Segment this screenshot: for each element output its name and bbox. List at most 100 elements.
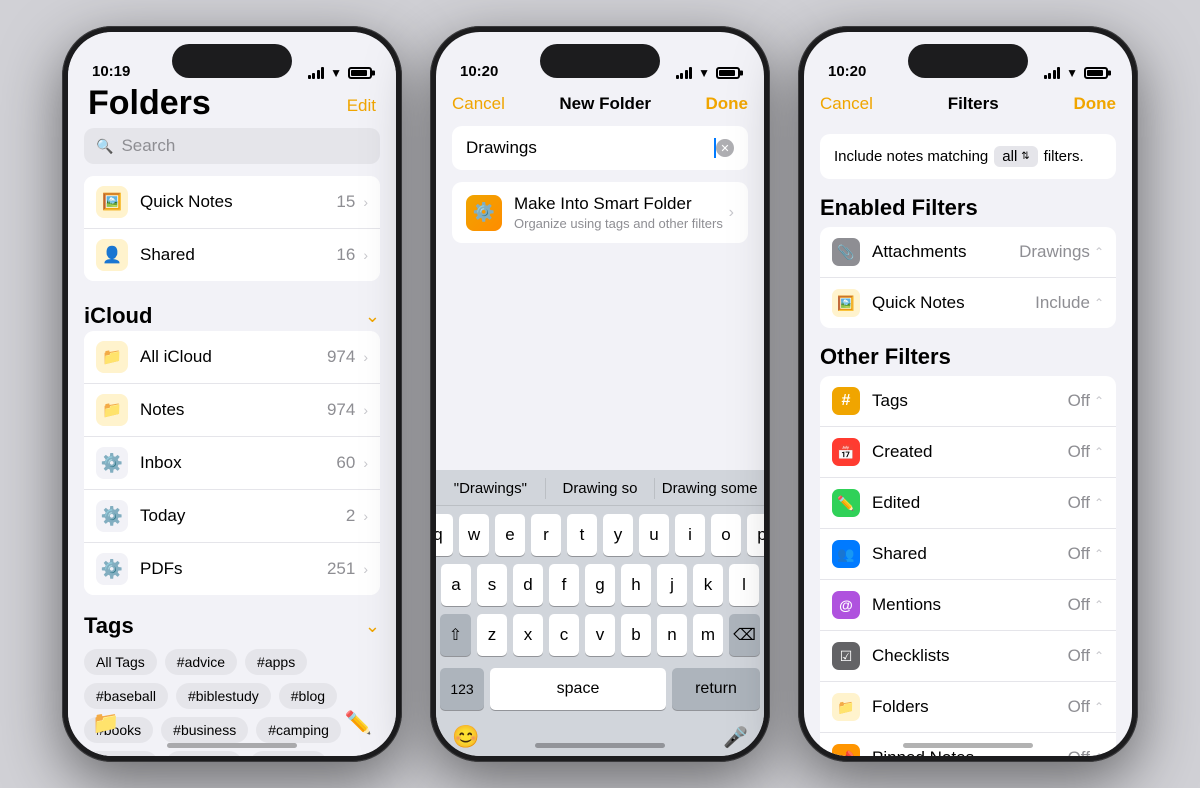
tags-filter-icon: #	[832, 387, 860, 415]
pinned-list: 🖼️ Quick Notes 15 › 👤 Shared 16 ›	[84, 176, 380, 281]
enabled-filters-list: 📎 Attachments Drawings ⌃ 🖼️ Quick Notes …	[820, 227, 1116, 328]
battery-icon-1	[348, 67, 372, 79]
filter-tags[interactable]: # Tags Off ⌃	[820, 376, 1116, 427]
tag-advice[interactable]: #advice	[165, 649, 237, 675]
checklists-filter-icon: ☑	[832, 642, 860, 670]
key-u[interactable]: u	[639, 514, 669, 556]
edit-button[interactable]: Edit	[347, 96, 376, 120]
key-b[interactable]: b	[621, 614, 651, 656]
quick-notes-label: Quick Notes	[140, 192, 336, 212]
tag-church[interactable]: #church	[84, 751, 158, 756]
folder-name-input[interactable]: Drawings ✕	[452, 126, 748, 170]
filter-mentions[interactable]: @ Mentions Off ⌃	[820, 580, 1116, 631]
new-note-button[interactable]: ✏️	[345, 710, 372, 736]
shared-label: Shared	[140, 245, 336, 265]
key-c[interactable]: c	[549, 614, 579, 656]
key-g[interactable]: g	[585, 564, 615, 606]
tag-finance[interactable]: #finance	[250, 751, 327, 756]
quick-notes-filter-value: Include	[1035, 293, 1090, 313]
key-n[interactable]: n	[657, 614, 687, 656]
suggestion-1[interactable]: "Drawings"	[436, 478, 546, 499]
notes-item[interactable]: 📁 Notes 974 ›	[84, 384, 380, 437]
shift-key[interactable]: ⇧	[440, 614, 471, 656]
all-icloud-count: 974	[327, 347, 355, 367]
cancel-button-2[interactable]: Cancel	[452, 94, 505, 114]
key-a[interactable]: a	[441, 564, 471, 606]
battery-icon-3	[1084, 67, 1108, 79]
quick-notes-item[interactable]: 🖼️ Quick Notes 15 ›	[84, 176, 380, 229]
signal-icon-1	[308, 67, 325, 79]
tags-section-header[interactable]: Tags ⌄	[68, 607, 396, 641]
mentions-filter-label: Mentions	[872, 595, 1068, 615]
inbox-item[interactable]: ⚙️ Inbox 60 ›	[84, 437, 380, 490]
filter-created[interactable]: 📅 Created Off ⌃	[820, 427, 1116, 478]
match-selector[interactable]: all ⇅	[994, 146, 1037, 167]
filter-quick-notes[interactable]: 🖼️ Quick Notes Include ⌃	[820, 278, 1116, 328]
tag-blog[interactable]: #blog	[279, 683, 337, 709]
key-t[interactable]: t	[567, 514, 597, 556]
filter-folders[interactable]: 📁 Folders Off ⌃	[820, 682, 1116, 733]
folders-filter-icon: 📁	[832, 693, 860, 721]
key-z[interactable]: z	[477, 614, 507, 656]
tag-all[interactable]: All Tags	[84, 649, 157, 675]
all-icloud-item[interactable]: 📁 All iCloud 974 ›	[84, 331, 380, 384]
keyboard[interactable]: "Drawings" Drawing so Drawing some q w e…	[436, 470, 764, 756]
clear-button[interactable]: ✕	[716, 139, 734, 157]
key-row-2: a s d f g h j k l	[440, 564, 760, 606]
edited-filter-icon: ✏️	[832, 489, 860, 517]
mentions-filter-icon: @	[832, 591, 860, 619]
smart-folder-option[interactable]: ⚙️ Make Into Smart Folder Organize using…	[452, 182, 748, 243]
tag-apps[interactable]: #apps	[245, 649, 307, 675]
key-h[interactable]: h	[621, 564, 651, 606]
icloud-section-header[interactable]: iCloud ⌄	[68, 297, 396, 331]
filter-attachments[interactable]: 📎 Attachments Drawings ⌃	[820, 227, 1116, 278]
all-icloud-label: All iCloud	[140, 347, 327, 367]
shared-item[interactable]: 👤 Shared 16 ›	[84, 229, 380, 281]
cancel-button-3[interactable]: Cancel	[820, 94, 873, 114]
key-j[interactable]: j	[657, 564, 687, 606]
new-folder-button[interactable]: 📁	[92, 710, 119, 736]
numbers-key[interactable]: 123	[440, 668, 484, 710]
key-d[interactable]: d	[513, 564, 543, 606]
microphone-key[interactable]: 🎤	[723, 725, 748, 750]
space-key[interactable]: space	[490, 668, 666, 710]
filter-edited[interactable]: ✏️ Edited Off ⌃	[820, 478, 1116, 529]
key-q[interactable]: q	[436, 514, 453, 556]
done-button-2[interactable]: Done	[705, 94, 748, 114]
tag-clothes[interactable]: #clothes	[166, 751, 242, 756]
key-e[interactable]: e	[495, 514, 525, 556]
key-v[interactable]: v	[585, 614, 615, 656]
return-key[interactable]: return	[672, 668, 760, 710]
suggestion-3[interactable]: Drawing some	[655, 478, 764, 499]
key-r[interactable]: r	[531, 514, 561, 556]
phone-1: 10:19 ▼ Folders Edi	[62, 26, 402, 762]
search-bar[interactable]: 🔍 Search	[84, 128, 380, 164]
done-button-3[interactable]: Done	[1073, 94, 1116, 114]
key-i[interactable]: i	[675, 514, 705, 556]
key-k[interactable]: k	[693, 564, 723, 606]
edited-chevron-icon: ⌃	[1094, 496, 1104, 510]
key-m[interactable]: m	[693, 614, 723, 656]
key-o[interactable]: o	[711, 514, 741, 556]
key-y[interactable]: y	[603, 514, 633, 556]
phone-2: 10:20 ▼ Cancel New	[430, 26, 770, 762]
key-s[interactable]: s	[477, 564, 507, 606]
key-p[interactable]: p	[747, 514, 764, 556]
delete-key[interactable]: ⌫	[729, 614, 760, 656]
tag-biblestudy[interactable]: #biblestudy	[176, 683, 271, 709]
filter-checklists[interactable]: ☑ Checklists Off ⌃	[820, 631, 1116, 682]
filter-shared[interactable]: 👥 Shared Off ⌃	[820, 529, 1116, 580]
notes-folder-icon: 📁	[96, 394, 128, 426]
emoji-key[interactable]: 😊	[452, 724, 479, 750]
edited-filter-value: Off	[1068, 493, 1090, 513]
created-filter-label: Created	[872, 442, 1068, 462]
key-l[interactable]: l	[729, 564, 759, 606]
key-x[interactable]: x	[513, 614, 543, 656]
key-w[interactable]: w	[459, 514, 489, 556]
pdfs-item[interactable]: ⚙️ PDFs 251 ›	[84, 543, 380, 595]
tag-baseball[interactable]: #baseball	[84, 683, 168, 709]
chevron-right-icon-2: ›	[363, 247, 368, 263]
key-f[interactable]: f	[549, 564, 579, 606]
suggestion-2[interactable]: Drawing so	[546, 478, 656, 499]
today-item[interactable]: ⚙️ Today 2 ›	[84, 490, 380, 543]
